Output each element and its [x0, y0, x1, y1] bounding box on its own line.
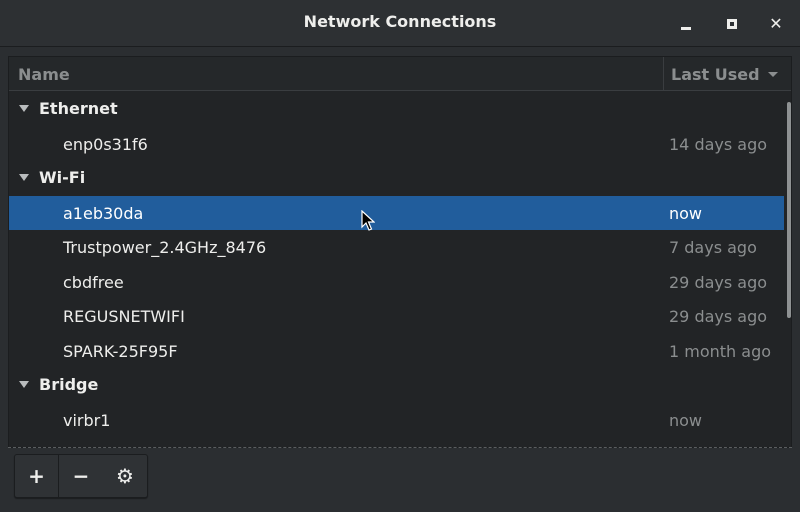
remove-connection-button[interactable]: − — [59, 455, 103, 497]
connection-row[interactable]: enp0s31f6 14 days ago — [9, 127, 784, 162]
group-row-bridge[interactable]: Bridge — [9, 368, 784, 403]
group-row-ethernet[interactable]: Ethernet — [9, 92, 784, 127]
column-header-last-used[interactable]: Last Used — [671, 65, 760, 84]
connection-last-used: 1 month ago — [669, 341, 772, 361]
scroll-undershoot-divider — [8, 447, 792, 448]
connection-toolbar: + − ⚙ — [14, 454, 148, 498]
connection-name: REGUSNETWIFI — [63, 307, 185, 326]
group-label: Bridge — [39, 375, 99, 394]
maximize-button[interactable] — [720, 12, 744, 36]
connection-last-used: 29 days ago — [669, 272, 768, 292]
scrollbar-slider[interactable] — [787, 102, 791, 318]
plus-icon: + — [28, 464, 45, 488]
connection-name: SPARK-25F95F — [63, 341, 178, 361]
connection-row[interactable]: REGUSNETWIFI 29 days ago — [9, 299, 784, 334]
vertical-scrollbar[interactable] — [785, 92, 791, 447]
close-button[interactable]: ✕ — [764, 12, 788, 36]
list-header: Name Last Used — [9, 57, 791, 91]
connection-row[interactable]: virbr1 now — [9, 403, 784, 438]
connection-last-used: 14 days ago — [669, 134, 768, 154]
add-connection-button[interactable]: + — [15, 455, 59, 497]
minus-icon: − — [72, 464, 90, 488]
group-label: Ethernet — [39, 99, 118, 118]
minimize-icon — [681, 26, 691, 30]
expander-down-icon[interactable] — [19, 105, 29, 112]
connection-row-selected[interactable]: a1eb30da now — [9, 195, 784, 230]
window-content: Name Last Used Ethernet enp0s31f6 14 day… — [0, 48, 800, 512]
mouse-pointer-icon — [361, 210, 375, 231]
connection-row[interactable]: Trustpower_2.4GHz_8476 7 days ago — [9, 230, 784, 265]
connection-name: Trustpower_2.4GHz_8476 — [63, 238, 267, 257]
expander-down-icon[interactable] — [19, 174, 29, 181]
connection-last-used: 29 days ago — [669, 307, 768, 326]
connection-name: virbr1 — [63, 410, 111, 430]
connection-row[interactable]: SPARK-25F95F 1 month ago — [9, 334, 784, 369]
maximize-icon — [727, 19, 737, 29]
title-bar: Network Connections ✕ — [0, 0, 800, 47]
connections-list: Name Last Used Ethernet enp0s31f6 14 day… — [8, 56, 792, 448]
connection-settings-button[interactable]: ⚙ — [103, 455, 147, 497]
connection-name: a1eb30da — [63, 203, 144, 223]
connection-last-used: 7 days ago — [669, 238, 757, 257]
expander-down-icon[interactable] — [19, 381, 29, 388]
connection-last-used: now — [669, 203, 703, 223]
connection-name: cbdfree — [63, 272, 124, 292]
minimize-button[interactable] — [674, 12, 698, 36]
sort-descending-icon — [768, 72, 778, 77]
close-icon: ✕ — [769, 14, 783, 33]
column-separator[interactable] — [663, 57, 664, 91]
connection-last-used: now — [669, 410, 703, 430]
column-header-name[interactable]: Name — [18, 65, 70, 84]
connection-name: enp0s31f6 — [63, 134, 148, 154]
list-rows: Ethernet enp0s31f6 14 days ago Wi-Fi a1e… — [9, 92, 791, 438]
group-label: Wi-Fi — [39, 168, 86, 187]
gear-icon: ⚙ — [116, 464, 134, 488]
group-row-wifi[interactable]: Wi-Fi — [9, 161, 784, 196]
connection-row[interactable]: cbdfree 29 days ago — [9, 265, 784, 300]
